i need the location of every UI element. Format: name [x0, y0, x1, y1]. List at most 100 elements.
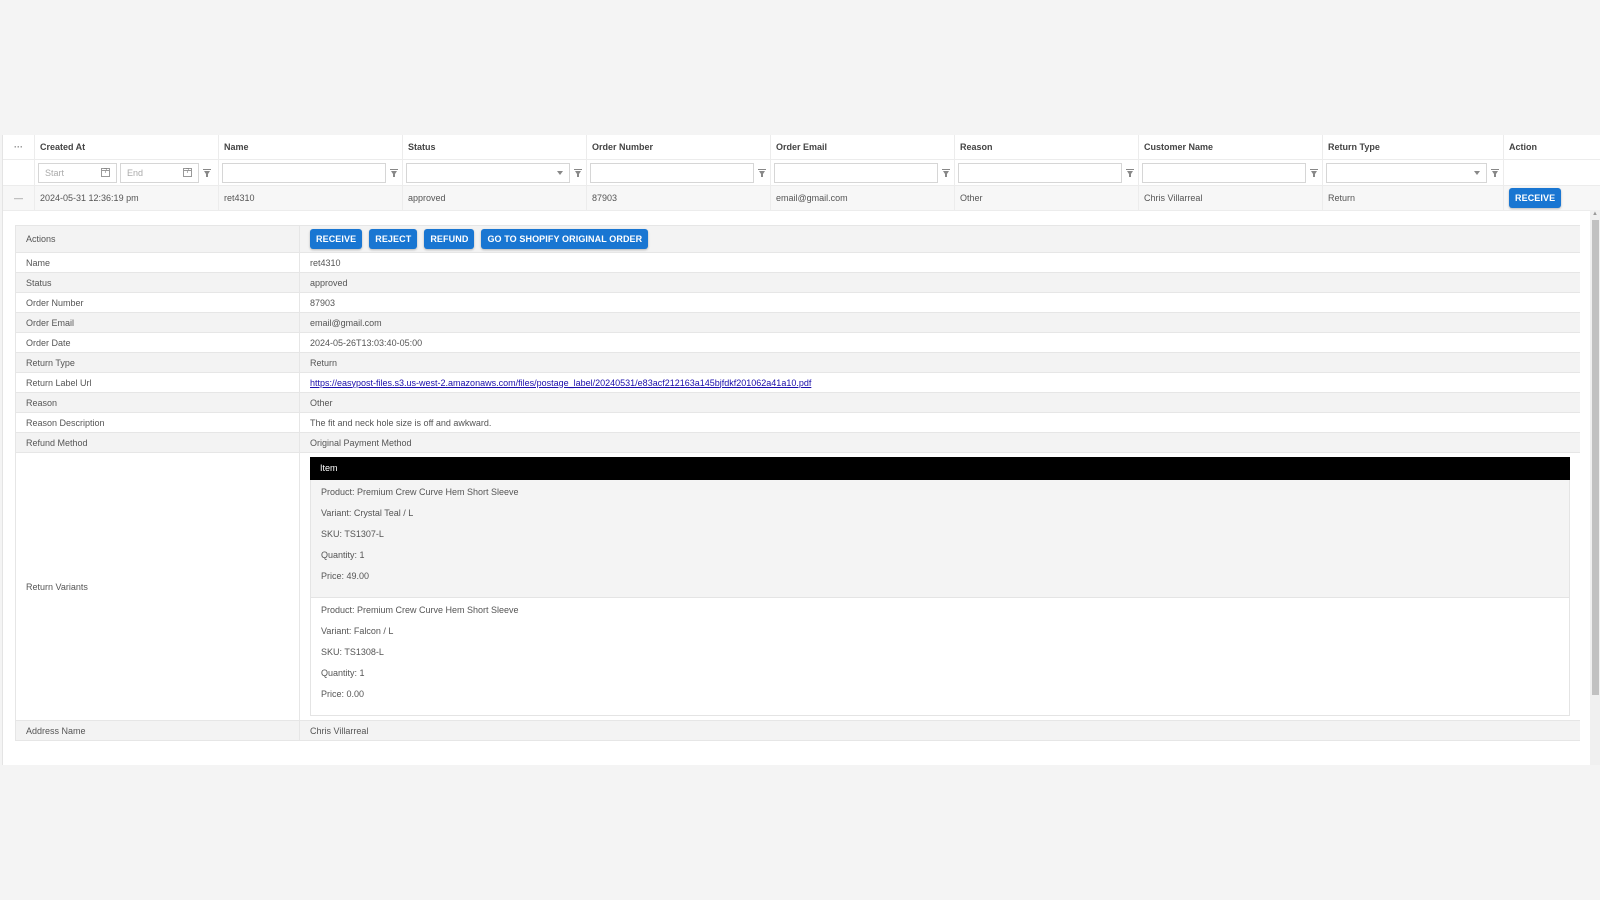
order-email-filter-input[interactable]	[774, 162, 938, 183]
receive-button[interactable]: RECEIVE	[310, 229, 363, 249]
collapse-row-button[interactable]: —	[3, 186, 35, 210]
calendar-icon[interactable]: 7	[101, 168, 110, 177]
start-date-placeholder: Start	[45, 167, 65, 178]
return-detail-panel: Actions RECEIVE REJECT REFUND GO TO SHOP…	[15, 225, 1580, 765]
filter-icon[interactable]	[1309, 168, 1319, 178]
detail-row-return-variants: Return Variants Item Product: Premium Cr…	[16, 453, 1580, 721]
filter-icon[interactable]	[573, 168, 583, 178]
detail-row-return-type: Return Type Return	[16, 353, 1580, 373]
detail-label: Return Label Url	[16, 373, 300, 392]
item-variant: Variant: Falcon / L	[321, 626, 394, 636]
return-type-filter-select[interactable]	[1326, 162, 1487, 183]
calendar-icon[interactable]: 7	[183, 168, 192, 177]
filter-icon[interactable]	[1490, 168, 1500, 178]
item-product: Product: Premium Crew Curve Hem Short Sl…	[321, 487, 519, 497]
cell-order-email: email@gmail.com	[771, 186, 955, 210]
filter-action-spacer	[1504, 160, 1600, 185]
column-header-created-at[interactable]: Created At	[35, 135, 219, 159]
detail-scrollbar[interactable]: ▲	[1590, 210, 1600, 765]
scrollbar-thumb[interactable]	[1592, 220, 1599, 695]
items-header: Item	[310, 457, 1570, 480]
detail-value: email@gmail.com	[310, 317, 382, 328]
column-header-order-number[interactable]: Order Number	[587, 135, 771, 159]
column-header-action: Action	[1509, 142, 1537, 152]
cell-status: approved	[403, 186, 587, 210]
end-date-placeholder: End	[127, 167, 144, 178]
detail-value: Return	[310, 357, 338, 368]
column-header-customer-name[interactable]: Customer Name	[1139, 135, 1323, 159]
detail-row-order-email: Order Email email@gmail.com	[16, 313, 1580, 333]
detail-table: Actions RECEIVE REJECT REFUND GO TO SHOP…	[15, 225, 1580, 741]
table-row[interactable]: — 2024-05-31 12:36:19 pm ret4310 approve…	[3, 186, 1600, 211]
detail-value: 87903	[310, 297, 336, 308]
detail-row-return-label-url: Return Label Url https://easypost-files.…	[16, 373, 1580, 393]
detail-row-name: Name ret4310	[16, 253, 1580, 273]
cell-reason: Other	[955, 186, 1139, 210]
refund-button[interactable]: REFUND	[424, 229, 475, 249]
item-price: Price: 49.00	[321, 571, 370, 581]
receive-button[interactable]: RECEIVE	[1509, 188, 1562, 208]
filter-customer-name	[1139, 160, 1323, 185]
filter-icon[interactable]	[757, 168, 767, 178]
detail-row-reason-description: Reason Description The fit and neck hole…	[16, 413, 1580, 433]
filter-order-email	[771, 160, 955, 185]
scroll-up-arrow-icon[interactable]: ▲	[1592, 211, 1598, 217]
filter-reason	[955, 160, 1139, 185]
column-header-return-type[interactable]: Return Type	[1323, 135, 1504, 159]
detail-label: Actions	[16, 226, 300, 252]
column-menu-button[interactable]: ···	[3, 135, 35, 159]
customer-name-filter-input[interactable]	[1142, 162, 1306, 183]
go-to-shopify-order-button[interactable]: GO TO SHOPIFY ORIGINAL ORDER	[481, 229, 649, 249]
detail-label: Order Date	[16, 333, 300, 352]
column-header-name[interactable]: Name	[219, 135, 403, 159]
reject-button[interactable]: REJECT	[369, 229, 418, 249]
list-item: Product: Premium Crew Curve Hem Short Sl…	[310, 598, 1570, 716]
detail-label: Name	[16, 253, 300, 272]
filter-spacer	[3, 160, 35, 185]
filter-icon[interactable]	[1125, 168, 1135, 178]
column-header-status[interactable]: Status	[403, 135, 587, 159]
cell-order-number: 87903	[587, 186, 771, 210]
filter-icon[interactable]	[941, 168, 951, 178]
order-number-filter-input[interactable]	[590, 162, 754, 183]
item-price: Price: 0.00	[321, 689, 365, 699]
chevron-down-icon	[1474, 170, 1480, 175]
list-item: Product: Premium Crew Curve Hem Short Sl…	[310, 480, 1570, 598]
return-label-link[interactable]: https://easypost-files.s3.us-west-2.amaz…	[310, 378, 811, 388]
detail-row-reason: Reason Other	[16, 393, 1580, 413]
filter-status	[403, 160, 587, 185]
detail-label: Order Number	[16, 293, 300, 312]
cell-name: ret4310	[219, 186, 403, 210]
detail-value: approved	[310, 277, 348, 288]
detail-row-order-number: Order Number 87903	[16, 293, 1580, 313]
detail-value: https://easypost-files.s3.us-west-2.amaz…	[300, 373, 1580, 392]
detail-value: ret4310	[310, 257, 341, 268]
detail-label: Status	[16, 273, 300, 292]
reason-filter-input[interactable]	[958, 162, 1122, 183]
filter-order-number	[587, 160, 771, 185]
detail-row-actions: Actions RECEIVE REJECT REFUND GO TO SHOP…	[16, 226, 1580, 253]
filter-icon[interactable]	[389, 168, 399, 178]
item-sku: SKU: TS1308-L	[321, 647, 384, 657]
detail-value: Original Payment Method	[310, 437, 412, 448]
item-quantity: Quantity: 1	[321, 668, 365, 678]
item-variant: Variant: Crystal Teal / L	[321, 508, 414, 518]
detail-value: The fit and neck hole size is off and aw…	[310, 417, 492, 428]
filter-icon[interactable]	[202, 168, 212, 178]
cell-customer-name: Chris Villarreal	[1139, 186, 1323, 210]
start-date-input[interactable]: Start 7	[38, 162, 117, 183]
detail-value: Chris Villarreal	[310, 725, 369, 736]
filter-name	[219, 160, 403, 185]
detail-label: Return Type	[16, 353, 300, 372]
detail-row-refund-method: Refund Method Original Payment Method	[16, 433, 1580, 453]
detail-label: Return Variants	[16, 453, 300, 720]
column-header-reason[interactable]: Reason	[955, 135, 1139, 159]
detail-label: Reason	[16, 393, 300, 412]
detail-label: Order Email	[16, 313, 300, 332]
column-header-order-email[interactable]: Order Email	[771, 135, 955, 159]
filter-created-at: Start 7 End 7	[35, 160, 219, 185]
status-filter-select[interactable]	[406, 162, 570, 183]
returns-grid: ··· Created At Name Status Order Number …	[2, 135, 1600, 765]
name-filter-input[interactable]	[222, 162, 386, 183]
end-date-input[interactable]: End 7	[120, 162, 199, 183]
